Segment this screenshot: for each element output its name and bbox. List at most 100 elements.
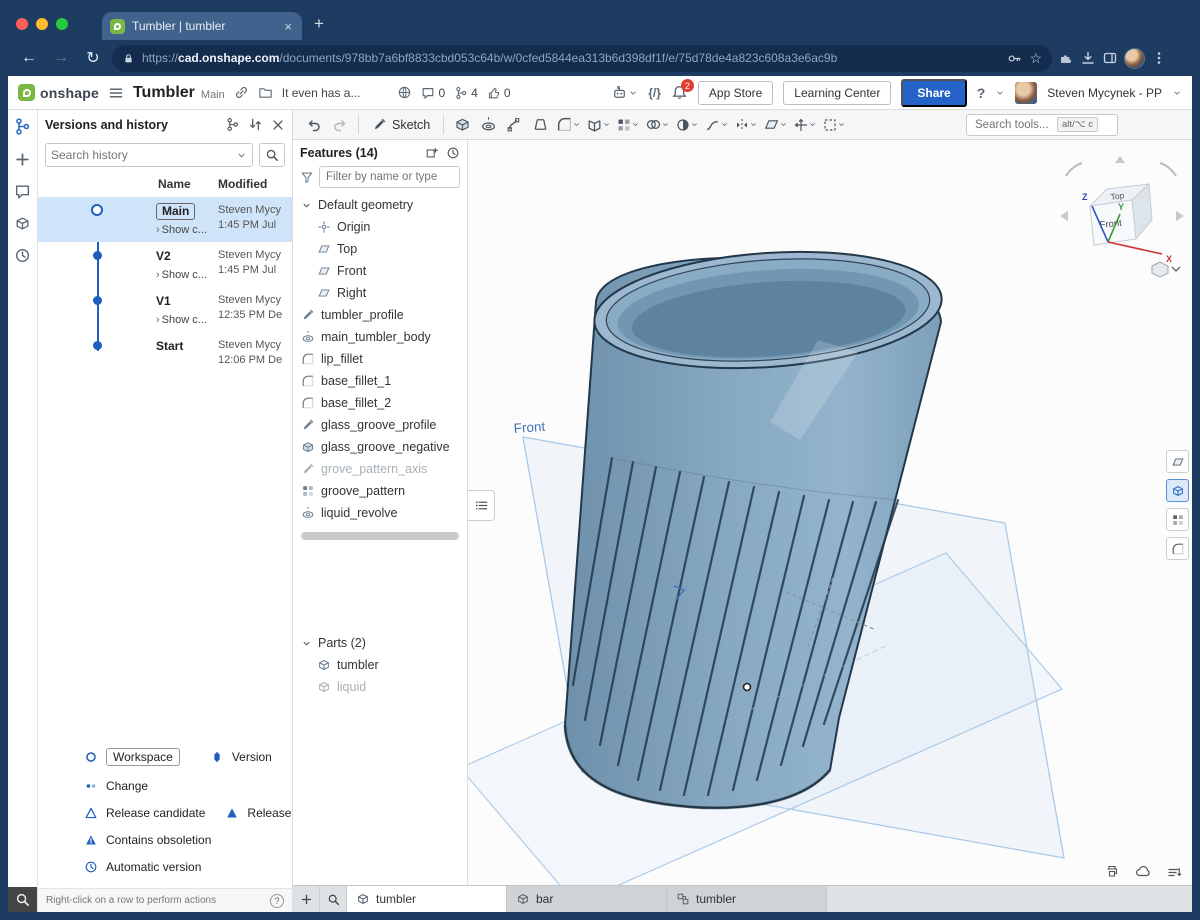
merge-branch-icon[interactable] xyxy=(225,117,240,132)
new-tab-button[interactable]: + xyxy=(314,14,324,34)
search-tabs-button[interactable] xyxy=(320,886,347,912)
onshape-logo[interactable]: onshape xyxy=(18,84,99,101)
named-views-icon[interactable] xyxy=(1166,537,1189,560)
version-row-v2[interactable]: V2 ›Show c... Steven Mycy1:45 PM Jul xyxy=(38,242,292,287)
feature-item[interactable]: base_fillet_1 xyxy=(293,370,467,392)
reload-button[interactable]: ↻ xyxy=(80,48,106,68)
learning-center-button[interactable]: Learning Center xyxy=(783,81,891,105)
collapse-chevron-icon[interactable] xyxy=(301,638,312,649)
sweep-button[interactable] xyxy=(502,113,527,137)
featurescript-icon[interactable]: {/} xyxy=(648,86,661,100)
create-version-icon[interactable] xyxy=(14,151,31,168)
select-tools-button[interactable] xyxy=(820,113,848,137)
versions-history-panel-icon[interactable] xyxy=(13,117,32,136)
close-panel-icon[interactable] xyxy=(271,118,285,132)
mirror-button[interactable] xyxy=(732,113,760,137)
bookmark-star-icon[interactable]: ☆ xyxy=(1029,50,1042,67)
downloads-icon[interactable] xyxy=(1080,50,1096,66)
feature-list-toggle-button[interactable] xyxy=(468,490,495,521)
search-tools-input[interactable] xyxy=(975,119,1053,131)
footer-help-icon[interactable]: ? xyxy=(270,894,284,908)
public-globe-icon[interactable] xyxy=(397,85,412,100)
show-changes-link[interactable]: ›Show c... xyxy=(156,314,216,326)
tab-part-studio-bar[interactable]: bar xyxy=(507,886,667,912)
version-marker[interactable] xyxy=(93,296,102,305)
appearance-button[interactable] xyxy=(673,113,701,137)
folder-name[interactable]: It even has a... xyxy=(282,86,361,100)
global-search-icon[interactable] xyxy=(8,887,37,912)
redo-button[interactable] xyxy=(327,113,352,137)
parts-panel-icon[interactable] xyxy=(14,215,31,232)
show-changes-link[interactable]: ›Show c... xyxy=(156,224,216,236)
extrude-button[interactable] xyxy=(450,113,475,137)
window-controls[interactable] xyxy=(16,18,68,30)
browser-profile-avatar[interactable] xyxy=(1124,48,1145,69)
search-options-caret-icon[interactable] xyxy=(236,150,247,161)
feature-top-plane[interactable]: Top xyxy=(293,238,467,260)
comment-count[interactable]: 0 xyxy=(421,86,445,100)
tab-assembly-tumbler[interactable]: tumbler xyxy=(667,886,827,912)
user-avatar[interactable] xyxy=(1015,82,1037,104)
shell-button[interactable] xyxy=(584,113,613,137)
undo-button[interactable] xyxy=(301,113,326,137)
version-marker[interactable] xyxy=(93,341,102,350)
browser-menu-icon[interactable] xyxy=(1151,50,1167,66)
sort-order-icon[interactable] xyxy=(1166,863,1182,879)
app-store-button[interactable]: App Store xyxy=(698,81,773,105)
feature-right-plane[interactable]: Right xyxy=(293,282,467,304)
fillet-button[interactable] xyxy=(554,113,583,137)
plane-button[interactable] xyxy=(761,113,790,137)
part-item[interactable]: tumbler xyxy=(293,654,467,676)
extensions-puzzle-icon[interactable] xyxy=(1058,50,1074,66)
address-bar[interactable]: https://cad.onshape.com/documents/978bb7… xyxy=(112,45,1052,72)
feature-front-plane[interactable]: Front xyxy=(293,260,467,282)
history-panel-icon[interactable] xyxy=(14,247,31,264)
print-icon[interactable] xyxy=(1104,863,1120,879)
version-row-v1[interactable]: V1 ›Show c... Steven Mycy12:35 PM De xyxy=(38,287,292,332)
revolve-button[interactable] xyxy=(476,113,501,137)
tab-part-studio-tumbler[interactable]: tumbler xyxy=(347,886,507,912)
search-tools-field[interactable]: alt/⌥ c xyxy=(966,114,1118,136)
browser-tab[interactable]: Tumbler | tumbler × xyxy=(102,12,302,40)
feature-filter-input[interactable] xyxy=(319,166,460,188)
feature-item[interactable]: groove_pattern xyxy=(293,480,467,502)
exploded-view-icon[interactable] xyxy=(1166,508,1189,531)
tab-close-icon[interactable]: × xyxy=(282,19,294,34)
copy-link-icon[interactable] xyxy=(234,85,249,100)
document-menu-icon[interactable] xyxy=(108,85,124,101)
feature-item[interactable]: main_tumbler_body xyxy=(293,326,467,348)
help-icon[interactable]: ? xyxy=(977,85,986,101)
version-marker[interactable] xyxy=(93,251,102,260)
add-tab-button[interactable] xyxy=(293,886,320,912)
loft-button[interactable] xyxy=(528,113,553,137)
workspace-marker[interactable] xyxy=(91,204,103,216)
minimize-window-button[interactable] xyxy=(36,18,48,30)
close-window-button[interactable] xyxy=(16,18,28,30)
version-row-main[interactable]: Main ›Show c... Steven Mycy1:45 PM Jul xyxy=(38,197,292,242)
notifications-bell-icon[interactable]: 2 xyxy=(671,84,688,101)
graphics-viewport[interactable]: Front xyxy=(468,140,1192,885)
section-view-icon[interactable] xyxy=(1166,479,1189,502)
sync-cloud-icon[interactable] xyxy=(1135,863,1151,879)
rollback-clock-icon[interactable] xyxy=(446,146,460,160)
version-row-start[interactable]: Start Steven Mycy12:06 PM De xyxy=(38,332,292,377)
show-changes-link[interactable]: ›Show c... xyxy=(156,269,216,281)
feature-item[interactable]: base_fillet_2 xyxy=(293,392,467,414)
boolean-button[interactable] xyxy=(643,113,672,137)
pattern-button[interactable] xyxy=(614,113,642,137)
isolate-icon[interactable] xyxy=(1166,450,1189,473)
back-button[interactable]: ← xyxy=(16,49,42,67)
feature-item[interactable]: glass_groove_profile xyxy=(293,414,467,436)
share-button[interactable]: Share xyxy=(901,79,966,107)
password-key-icon[interactable] xyxy=(1007,51,1022,66)
feature-item[interactable]: glass_groove_negative xyxy=(293,436,467,458)
default-geometry-group[interactable]: Default geometry xyxy=(293,194,467,216)
history-search-field[interactable] xyxy=(45,143,253,167)
insert-panel-icon[interactable] xyxy=(425,146,439,160)
help-caret-icon[interactable] xyxy=(995,88,1005,98)
feature-list-scrollbar[interactable] xyxy=(301,532,459,540)
feature-item-suppressed[interactable]: grove_pattern_axis xyxy=(293,458,467,480)
history-search-button[interactable] xyxy=(259,143,285,167)
forward-button[interactable]: → xyxy=(48,49,74,67)
version-count[interactable]: 4 xyxy=(454,86,478,100)
